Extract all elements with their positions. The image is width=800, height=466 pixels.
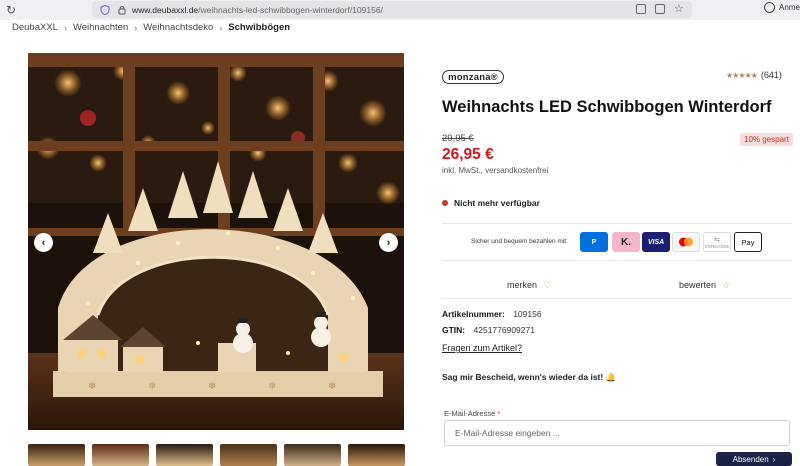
chevron-right-icon: ›	[63, 22, 67, 33]
gallery-next-button[interactable]: ›	[379, 233, 398, 252]
mastercard-icon	[672, 232, 700, 252]
breadcrumb-item-home[interactable]: DeubaXXL	[12, 22, 58, 33]
applepay-icon: Pay	[734, 232, 762, 252]
product-actions: merken ♡ bewerten ☆	[442, 276, 792, 294]
merken-label: merken	[507, 280, 538, 290]
old-price: 29,95 €	[442, 133, 474, 144]
email-label-text: E-Mail-Adresse	[444, 409, 496, 418]
reader-view-icon[interactable]	[636, 4, 646, 14]
thumbnail[interactable]	[92, 444, 149, 466]
brand-logo[interactable]: monzana®	[442, 70, 504, 84]
klarna-icon: K.	[612, 232, 640, 252]
payment-label: Sicher und bequem bezahlen mit:	[471, 238, 568, 245]
bewerten-label: bewerten	[678, 280, 716, 290]
bewerten-button[interactable]: bewerten ☆	[617, 276, 792, 294]
svg-text:❄: ❄	[208, 381, 216, 392]
breadcrumb-item-weihnachtsdeko[interactable]: Weihnachtsdeko	[143, 22, 213, 33]
bookmark-star-icon[interactable]: ☆	[674, 4, 684, 15]
url-path: /weihnachts-led-schwibbogen-winterdorf/1…	[198, 4, 383, 15]
required-marker: *	[497, 409, 501, 418]
chevron-right-icon: ›	[772, 455, 776, 464]
product-rating[interactable]: ★★★★★ (641)	[726, 70, 782, 80]
thumbnail-strip	[28, 444, 405, 466]
payment-methods: Sicher und bequem bezahlen mit: P K. VIS…	[442, 223, 792, 261]
thumbnail[interactable]	[28, 444, 85, 466]
account-label: Anme	[779, 3, 800, 12]
vorkasse-icon: ⇆ VORKASSE	[703, 232, 731, 252]
paypal-icon: P	[580, 232, 608, 252]
account-button[interactable]: Anme	[764, 2, 800, 13]
status-dot-icon	[442, 200, 448, 206]
visa-icon: VISA	[642, 232, 670, 252]
product-main-image[interactable]: ❄ ❄ ❄ ❄ ❄	[28, 53, 404, 430]
merken-button[interactable]: merken ♡	[442, 276, 617, 294]
article-number-row: Artikelnummer: 109156	[442, 309, 542, 319]
article-number-label: Artikelnummer:	[442, 309, 505, 319]
url-host: www.deubaxxl.de	[132, 4, 199, 15]
gtin-value: 4251776909271	[473, 325, 535, 335]
gtin-row: GTIN: 4251776909271	[442, 325, 535, 335]
divider	[442, 298, 792, 299]
breadcrumb-item-current: Schwibbögen	[228, 22, 291, 33]
article-number-value: 109156	[513, 309, 542, 319]
thumbnail[interactable]	[156, 444, 213, 466]
notify-heading: Sag mir Bescheid, wenn's wieder da ist! …	[442, 372, 617, 382]
breadcrumb-item-weihnachten[interactable]: Weihnachten	[73, 22, 128, 33]
discount-badge: 10% gespart	[740, 133, 793, 146]
star-icon: ☆	[721, 279, 731, 290]
lock-icon[interactable]	[118, 5, 126, 15]
email-field[interactable]	[444, 420, 790, 446]
shield-icon[interactable]	[100, 4, 110, 15]
svg-text:❄: ❄	[268, 381, 276, 392]
gtin-label: GTIN:	[442, 325, 466, 335]
svg-text:❄: ❄	[88, 381, 96, 392]
submit-label: Absenden	[732, 455, 769, 464]
heart-icon: ♡	[543, 279, 552, 291]
account-icon	[764, 2, 775, 13]
reload-icon[interactable]: ↻	[0, 0, 22, 20]
vorkasse-label: VORKASSE	[704, 243, 730, 249]
rating-count: (641)	[760, 70, 782, 80]
chevron-right-icon: ›	[219, 22, 223, 33]
email-label: E-Mail-Adresse *	[444, 409, 500, 418]
svg-text:❄: ❄	[328, 381, 336, 392]
availability-status: Nicht mehr verfügbar	[442, 198, 540, 208]
breadcrumb: DeubaXXL › Weihnachten › Weihnachtsdeko …	[12, 22, 290, 33]
pocket-icon[interactable]	[655, 4, 665, 14]
svg-text:❄: ❄	[148, 381, 156, 392]
rating-stars-icon: ★★★★★	[726, 70, 758, 80]
thumbnail[interactable]	[348, 444, 405, 466]
chevron-right-icon: ›	[134, 22, 138, 33]
faq-link[interactable]: Fragen zum Artikel?	[442, 343, 522, 353]
current-price: 26,95 €	[442, 146, 494, 163]
tax-note: inkl. MwSt., versandkostenfrei	[442, 166, 549, 175]
product-title: Weihnachts LED Schwibbogen Winterdorf	[442, 98, 772, 116]
thumbnail[interactable]	[220, 444, 277, 466]
gallery-prev-button[interactable]: ‹	[34, 233, 53, 252]
thumbnail[interactable]	[284, 444, 341, 466]
availability-text: Nicht mehr verfügbar	[454, 198, 540, 208]
address-bar[interactable]: www.deubaxxl.de /weihnachts-led-schwibbo…	[92, 1, 692, 18]
